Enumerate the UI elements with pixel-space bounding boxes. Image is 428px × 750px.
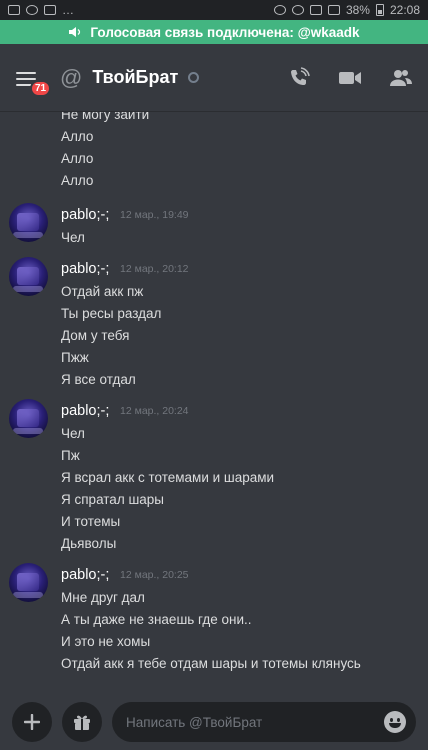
timestamp: 12 мар., 20:24 <box>120 405 189 417</box>
message-text: Пжж <box>61 350 89 365</box>
message-text: Отдай акк я тебе отдам шары и тотемы кля… <box>61 656 361 671</box>
avatar[interactable] <box>9 563 48 602</box>
timestamp: 12 мар., 19:49 <box>120 209 189 221</box>
message-text: Не могу зайти <box>61 112 150 122</box>
message-text: А ты даже не знаешь где они.. <box>61 612 252 627</box>
members-icon[interactable] <box>390 68 412 88</box>
message-text: Чел <box>61 426 85 441</box>
message-text: Я спратал шары <box>61 492 164 507</box>
menu-button[interactable]: 71 <box>16 69 52 97</box>
add-attachment-button[interactable] <box>12 702 52 742</box>
message-text: Дом у тебя <box>61 328 130 343</box>
more-notifications-icon: … <box>62 3 74 17</box>
avatar[interactable] <box>9 399 48 438</box>
message-text: И это не хомы <box>61 634 151 649</box>
channel-header: 71 @ ТвойБрат <box>0 44 428 112</box>
username[interactable]: pablo;-; <box>61 207 109 223</box>
emoji-icon[interactable] <box>384 711 406 733</box>
message-text: Пж <box>61 448 80 463</box>
message-text: Отдай акк пж <box>61 284 144 299</box>
message-text: Дьяволы <box>61 536 117 551</box>
speaker-icon <box>69 27 81 37</box>
message-text: Ты ресы раздал <box>61 306 162 321</box>
message-icon <box>44 5 56 15</box>
message-text: Я все отдал <box>61 372 136 387</box>
battery-icon <box>375 4 384 16</box>
voice-connected-banner[interactable]: Голосовая связь подключена: @wkaadk <box>0 20 428 44</box>
offline-status-icon <box>188 72 200 83</box>
message-text: Я всрал акк с тотемами и шарами <box>61 470 275 485</box>
message-text: Мне друг дал <box>61 590 145 605</box>
status-bar: … 38% 22:08 <box>0 0 428 20</box>
message-composer: Написать @ТвойБрат <box>0 694 428 750</box>
message-text: Алло <box>61 173 94 188</box>
plus-icon <box>24 714 40 730</box>
timestamp: 12 мар., 20:12 <box>120 263 189 275</box>
message-input-placeholder: Написать @ТвойБрат <box>126 714 263 730</box>
message-list[interactable]: Не могу зайти Алло Алло Алло pablo;-; 12… <box>0 112 428 694</box>
battery-percent: 38% <box>345 3 370 17</box>
message-input[interactable]: Написать @ТвойБрат <box>112 702 416 742</box>
voice-banner-text: Голосовая связь подключена: @wkaadk <box>90 24 360 40</box>
avatar[interactable] <box>9 257 48 296</box>
signal-icon <box>327 5 340 15</box>
voice-call-icon[interactable] <box>288 66 310 89</box>
video-call-icon[interactable] <box>338 69 362 87</box>
timestamp: 12 мар., 20:25 <box>120 569 189 581</box>
message-text: Чел <box>61 230 85 245</box>
at-icon: @ <box>60 64 83 90</box>
gift-icon <box>74 715 90 730</box>
username[interactable]: pablo;-; <box>61 261 109 277</box>
avatar[interactable] <box>9 203 48 242</box>
cast-icon <box>309 5 322 15</box>
message-text: Алло <box>61 151 94 166</box>
dnd-icon <box>26 5 38 15</box>
page-title: ТвойБрат <box>92 67 179 87</box>
message-text: И тотемы <box>61 514 121 529</box>
username[interactable]: pablo;-; <box>61 567 109 583</box>
gallery-icon <box>8 5 20 15</box>
notification-badge: 71 <box>30 79 52 97</box>
sync-icon <box>273 5 286 15</box>
clock: 22:08 <box>389 3 420 17</box>
message-text: Алло <box>61 129 94 144</box>
gift-button[interactable] <box>62 702 102 742</box>
wifi-icon <box>291 5 304 15</box>
username[interactable]: pablo;-; <box>61 403 109 419</box>
